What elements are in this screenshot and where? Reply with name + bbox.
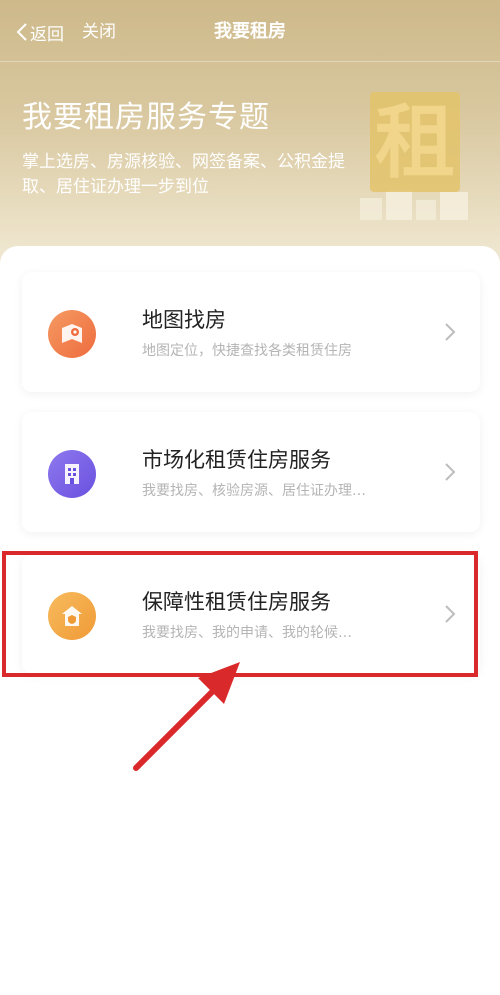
rent-glyph: 租	[375, 96, 455, 189]
rent-illustration: 租	[360, 92, 468, 220]
pointer-arrow-icon	[133, 662, 240, 771]
service-card-market-rental[interactable]: 市场化租赁住房服务 我要找房、核验房源、居住证办理…	[22, 412, 480, 532]
building-icon	[48, 450, 96, 498]
chevron-right-icon	[445, 463, 456, 481]
page-title: 我要租房	[214, 21, 286, 42]
navbar: 返回 关闭 我要租房	[0, 0, 500, 64]
service-title: 市场化租赁住房服务	[142, 448, 331, 472]
service-subtitle: 我要找房、核验房源、居住证办理…	[142, 483, 366, 499]
service-subtitle: 地图定位，快捷查找各类租赁住房	[142, 343, 352, 359]
banner-title: 我要租房服务专题	[22, 100, 270, 135]
chevron-right-icon	[445, 323, 456, 341]
map-pin-icon	[48, 310, 96, 358]
service-card-map[interactable]: 地图找房 地图定位，快捷查找各类租赁住房	[22, 272, 480, 392]
service-title: 地图找房	[142, 308, 226, 332]
navbar-divider	[0, 61, 500, 62]
banner-description: 掌上选房、房源核验、网签备案、公积金提取、居住证办理一步到位	[22, 152, 345, 197]
